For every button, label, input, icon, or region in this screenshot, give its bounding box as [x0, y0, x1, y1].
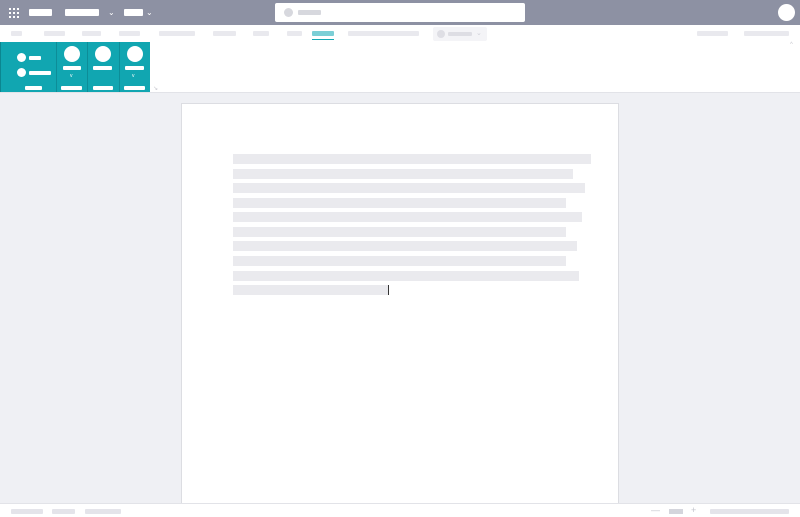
ribbon-divider	[119, 42, 120, 92]
search-icon	[284, 8, 293, 17]
group-label-page-movement	[93, 86, 113, 90]
zoom-label[interactable]	[125, 66, 144, 70]
word-count[interactable]	[52, 509, 75, 514]
text-cursor	[388, 285, 389, 295]
text-line[interactable]	[233, 241, 577, 251]
chevron-down-icon[interactable]: ⌄	[146, 9, 153, 17]
text-line[interactable]	[233, 227, 566, 237]
group-label-immersive	[61, 86, 82, 90]
print-layout-label[interactable]	[29, 71, 51, 75]
ribbon-tab-strip: ⌄	[0, 25, 800, 42]
tab-home[interactable]	[44, 31, 65, 36]
app-name[interactable]	[29, 9, 52, 16]
zoom-icon[interactable]	[127, 46, 143, 62]
text-line[interactable]	[233, 271, 579, 281]
title-bar: ⌄ ⌄	[0, 0, 800, 25]
pencil-icon	[437, 30, 445, 38]
print-layout-icon[interactable]	[17, 68, 26, 77]
status-bar: — +	[0, 503, 800, 517]
comments-button[interactable]	[697, 31, 728, 36]
document-title[interactable]	[65, 9, 99, 16]
tab-review[interactable]	[287, 31, 302, 36]
tab-references[interactable]	[253, 31, 269, 36]
read-mode-label[interactable]	[29, 56, 41, 60]
waffle-grid-icon[interactable]	[9, 8, 19, 18]
chevron-down-icon[interactable]: ⌄	[108, 9, 115, 17]
group-launcher-icon[interactable]: ↘	[153, 86, 158, 92]
ribbon-divider	[87, 42, 88, 92]
group-label-views	[25, 86, 42, 90]
tab-insert[interactable]	[82, 31, 101, 36]
ribbon-divider	[56, 42, 57, 92]
zoom-slider[interactable]	[669, 509, 683, 514]
tab-help[interactable]	[348, 31, 419, 36]
word-editor-window: ⌄ ⌄ ⌄ v v ↘ ^ — +	[0, 0, 800, 517]
tab-design[interactable]	[159, 31, 195, 36]
text-line[interactable]	[233, 183, 585, 193]
language-indicator[interactable]	[85, 509, 121, 514]
immersive-reader-label[interactable]	[63, 66, 81, 70]
editing-mode-button[interactable]: ⌄	[433, 27, 487, 41]
page-movement-label[interactable]	[93, 66, 112, 70]
ribbon-group-views: v v	[0, 42, 150, 92]
search-input[interactable]	[275, 3, 525, 22]
tab-layout[interactable]	[213, 31, 236, 36]
avatar[interactable]	[778, 4, 795, 21]
document-canvas	[0, 94, 800, 508]
document-page[interactable]	[181, 103, 619, 508]
text-line[interactable]	[233, 154, 591, 164]
collapse-ribbon-icon[interactable]: ^	[790, 42, 793, 48]
tab-file[interactable]	[11, 31, 22, 36]
search-placeholder	[298, 10, 321, 15]
zoom-percentage[interactable]	[710, 509, 789, 514]
chevron-down-icon[interactable]: v	[132, 74, 135, 79]
text-line[interactable]	[233, 198, 566, 208]
text-line[interactable]	[233, 169, 573, 179]
immersive-reader-icon[interactable]	[64, 46, 80, 62]
zoom-in-icon[interactable]: +	[691, 504, 696, 516]
page-movement-icon[interactable]	[95, 46, 111, 62]
active-tab-indicator	[312, 39, 334, 40]
chevron-down-icon[interactable]: v	[70, 74, 73, 79]
read-mode-icon[interactable]	[17, 53, 26, 62]
tab-draw[interactable]	[119, 31, 140, 36]
zoom-out-icon[interactable]: —	[651, 504, 660, 516]
text-line[interactable]	[233, 212, 582, 222]
text-line[interactable]	[233, 256, 566, 266]
save-status[interactable]	[124, 9, 143, 16]
text-line[interactable]	[233, 285, 389, 295]
tab-view[interactable]	[312, 31, 334, 36]
share-button[interactable]	[744, 31, 789, 36]
ribbon-commands: v v ↘	[0, 42, 800, 93]
group-label-zoom	[124, 86, 145, 90]
chevron-down-icon: ⌄	[476, 30, 482, 37]
page-count[interactable]	[11, 509, 43, 514]
